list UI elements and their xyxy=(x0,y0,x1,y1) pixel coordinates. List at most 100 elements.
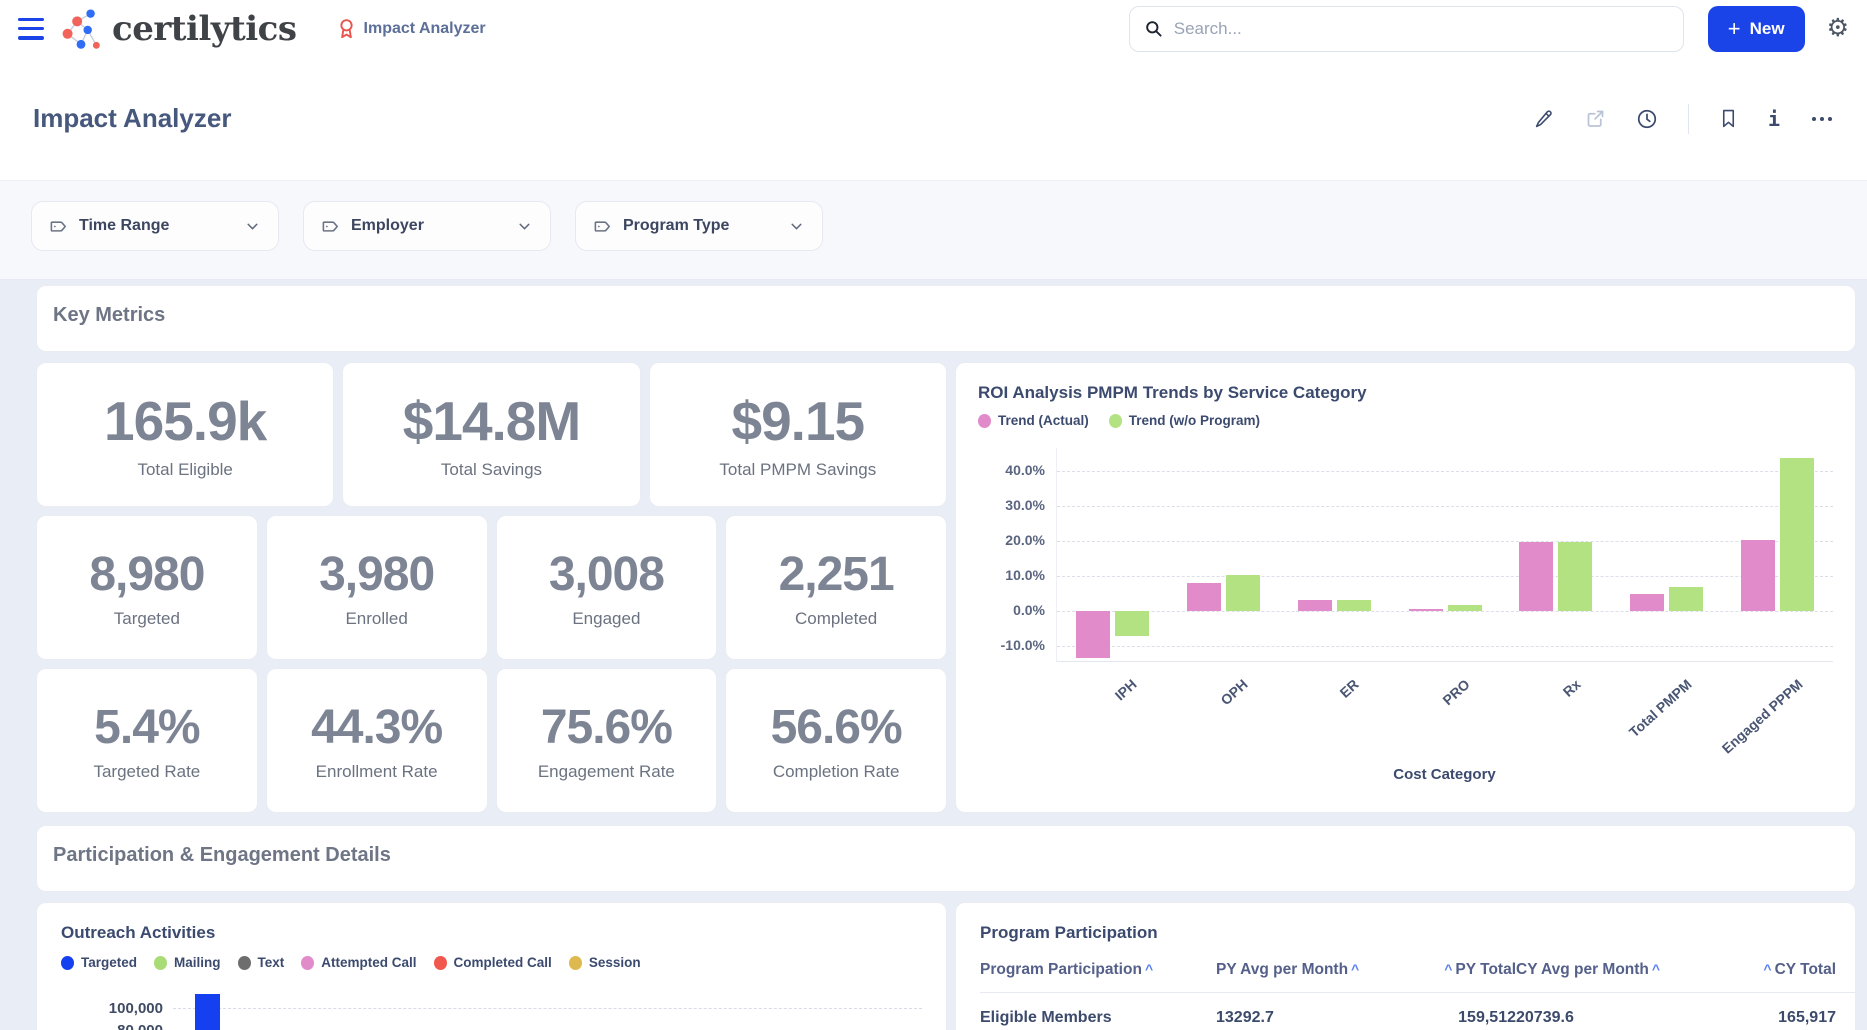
metric-value: $9.15 xyxy=(732,389,865,453)
metric-card-total-pmpm-savings: $9.15Total PMPM Savings xyxy=(649,362,947,507)
legend-dot xyxy=(154,956,167,970)
x-axis-label-engaged-pppm: Engaged PPPM xyxy=(1718,676,1805,757)
settings-gear-icon[interactable]: ⚙ xyxy=(1827,16,1849,41)
history-clock-icon[interactable] xyxy=(1636,108,1658,130)
roi-chart-plot: 40.0%30.0%20.0%10.0%0.0%-10.0% xyxy=(1056,448,1833,662)
filter-label: Time Range xyxy=(79,217,169,235)
sort-caret-icon: ^ xyxy=(1649,961,1663,977)
metric-label: Engagement Rate xyxy=(538,762,675,782)
tag-icon xyxy=(593,217,612,236)
legend-dot xyxy=(61,956,74,970)
legend-dot xyxy=(238,956,251,970)
gridline xyxy=(1057,471,1833,472)
column-label: PY Total xyxy=(1455,961,1516,978)
legend-dot xyxy=(569,956,582,970)
x-axis-label-er: ER xyxy=(1337,676,1362,701)
y-axis-tick-label: 10.0% xyxy=(977,567,1045,583)
new-button[interactable]: + New xyxy=(1708,6,1805,52)
column-header-[interactable]: ^% xyxy=(1836,961,1856,979)
page-actions: i xyxy=(1534,104,1834,134)
metric-row: 8,980Targeted3,980Enrolled3,008Engaged2,… xyxy=(36,515,947,660)
metric-value: 8,980 xyxy=(89,547,204,602)
more-ellipsis-icon[interactable] xyxy=(1810,115,1834,123)
roi-bar-rx-trend-w-o-program xyxy=(1558,542,1592,611)
filter-program-type[interactable]: Program Type xyxy=(575,201,823,251)
edit-pencil-icon[interactable] xyxy=(1534,108,1555,129)
legend-label: Text xyxy=(258,955,285,970)
legend-item-trend-w-o-program[interactable]: Trend (w/o Program) xyxy=(1109,413,1260,428)
legend-label: Trend (w/o Program) xyxy=(1129,413,1260,428)
legend-label: Session xyxy=(589,955,641,970)
share-external-link-icon[interactable] xyxy=(1585,108,1606,129)
metric-value: $14.8M xyxy=(403,389,580,453)
roi-bar-engaged-pppm-trend-actual xyxy=(1741,540,1775,611)
column-header-program-participation[interactable]: Program Participation^ xyxy=(980,961,1216,979)
column-header-cy-total[interactable]: ^CY Total xyxy=(1702,961,1836,979)
roi-chart-card: ROI Analysis PMPM Trends by Service Cate… xyxy=(955,362,1856,813)
hamburger-menu-icon[interactable] xyxy=(18,18,44,40)
y-axis-tick-label: 40.0% xyxy=(977,462,1045,478)
metric-value: 165.9k xyxy=(104,389,266,453)
metric-value: 3,008 xyxy=(549,547,664,602)
column-label: CY Total xyxy=(1775,961,1836,978)
filter-label: Employer xyxy=(351,217,424,235)
gridline xyxy=(1057,541,1833,542)
y-axis-tick-label: -10.0% xyxy=(977,637,1045,653)
metric-card-engaged: 3,008 Engaged xyxy=(496,515,718,660)
search-box[interactable] xyxy=(1129,6,1684,52)
legend-item-mailing[interactable]: Mailing xyxy=(154,955,221,970)
plus-icon: + xyxy=(1728,18,1741,40)
legend-dot xyxy=(978,414,991,428)
legend-dot xyxy=(301,956,314,970)
metric-card-targeted: 8,980 Targeted xyxy=(36,515,258,660)
gridline xyxy=(1057,576,1833,577)
outreach-grid-row: 100,000 xyxy=(61,1000,922,1017)
metric-value: 44.3% xyxy=(311,700,442,755)
column-label: PY Avg per Month xyxy=(1216,961,1348,978)
column-header-cy-avg-per-month[interactable]: CY Avg per Month^ xyxy=(1516,961,1702,979)
column-label: CY Avg per Month xyxy=(1516,961,1649,978)
bookmark-icon[interactable] xyxy=(1719,108,1738,129)
roi-bar-total-pmpm-trend-w-o-program xyxy=(1669,587,1703,611)
outreach-bar-targeted xyxy=(195,994,220,1030)
tag-icon xyxy=(49,217,68,236)
x-axis-label-rx: Rx xyxy=(1560,676,1584,700)
legend-label: Attempted Call xyxy=(321,955,416,970)
info-icon[interactable]: i xyxy=(1768,107,1780,131)
legend-item-attempted-call[interactable]: Attempted Call xyxy=(301,955,416,970)
roi-bar-oph-trend-actual xyxy=(1187,583,1221,611)
legend-item-session[interactable]: Session xyxy=(569,955,641,970)
filter-time-range[interactable]: Time Range xyxy=(31,201,279,251)
legend-label: Completed Call xyxy=(454,955,552,970)
column-label: Program Participation xyxy=(980,961,1142,978)
breadcrumb-label: Impact Analyzer xyxy=(364,20,486,38)
metric-value: 5.4% xyxy=(94,700,199,755)
metric-label: Completed xyxy=(795,609,877,629)
legend-label: Targeted xyxy=(81,955,137,970)
metric-value: 3,980 xyxy=(319,547,434,602)
table-cell: Eligible Members xyxy=(980,1009,1216,1027)
metric-card-total-savings: $14.8MTotal Savings xyxy=(342,362,640,507)
x-axis-label-total-pmpm: Total PMPM xyxy=(1626,676,1695,740)
search-input[interactable] xyxy=(1174,19,1669,39)
legend-item-trend-actual[interactable]: Trend (Actual) xyxy=(978,413,1089,428)
breadcrumb[interactable]: Impact Analyzer xyxy=(337,18,486,39)
sort-caret-icon: ^ xyxy=(1441,961,1455,977)
metric-card-total-eligible: 165.9k Total Eligible xyxy=(36,362,334,507)
table-cell: 159,512 xyxy=(1396,1009,1516,1027)
legend-item-text[interactable]: Text xyxy=(238,955,285,970)
program-participation-table: Program Participation^PY Avg per Month^^… xyxy=(980,961,1856,1027)
legend-item-completed-call[interactable]: Completed Call xyxy=(434,955,552,970)
logo-wordmark: certilytics xyxy=(112,9,297,49)
column-header-py-total[interactable]: ^PY Total xyxy=(1396,961,1516,979)
metric-row: 165.9kTotal Eligible$14.8MTotal Savings$… xyxy=(36,362,947,507)
metric-label: Engaged xyxy=(572,609,640,629)
metric-label: Targeted xyxy=(114,609,180,629)
roi-bar-engaged-pppm-trend-w-o-program xyxy=(1780,458,1814,611)
filter-employer[interactable]: Employer xyxy=(303,201,551,251)
legend-item-targeted[interactable]: Targeted xyxy=(61,955,137,970)
metric-label: Total Eligible xyxy=(137,460,232,480)
key-metrics-grid: 165.9kTotal Eligible$14.8MTotal Savings$… xyxy=(36,362,947,813)
column-header-py-avg-per-month[interactable]: PY Avg per Month^ xyxy=(1216,961,1396,979)
outreach-activities-card: Outreach Activities TargetedMailingTextA… xyxy=(36,902,947,1030)
